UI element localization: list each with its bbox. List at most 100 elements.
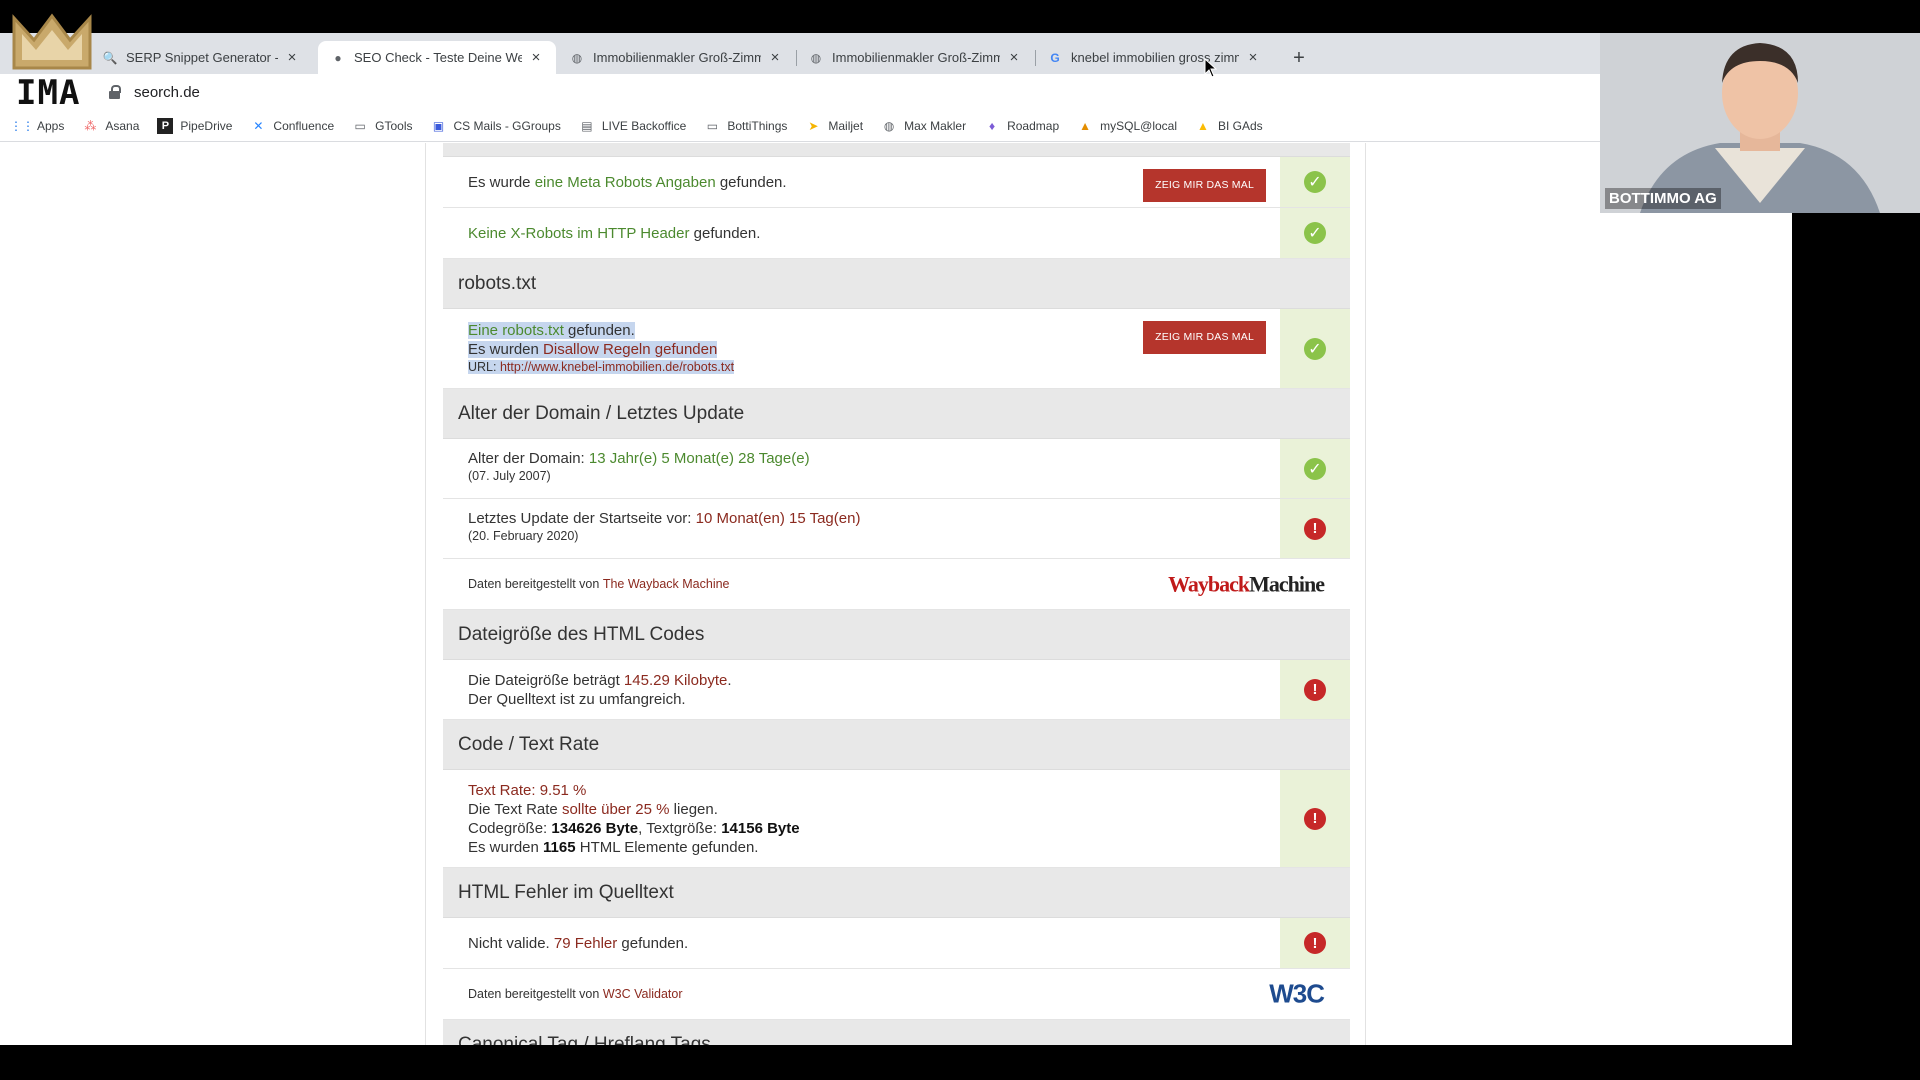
presenter-video — [1600, 33, 1920, 213]
close-tab-icon[interactable]: × — [1245, 49, 1261, 66]
result-row-domain-age: Alter der Domain: 13 Jahr(e) 5 Monat(e) … — [443, 439, 1350, 499]
result-row-last-update: Letztes Update der Startseite vor: 10 Mo… — [443, 499, 1350, 559]
close-tab-icon[interactable]: × — [1006, 49, 1022, 66]
result-row-text-rate: Text Rate: 9.51 % Die Text Rate sollte ü… — [443, 770, 1350, 868]
globe-icon: ◍ — [883, 118, 895, 133]
status-cell: ! — [1280, 918, 1350, 968]
check-icon: ✓ — [1304, 171, 1326, 193]
status-cell: ! — [1280, 499, 1350, 558]
tab-serp-snippet[interactable]: 🔍 SERP Snippet Generator - 🚀 F × — [90, 41, 312, 74]
bookmark-live-backoffice[interactable]: ▤ LIVE Backoffice — [579, 118, 686, 134]
section-header-canonical: Canonical Tag / Hreflang Tags — [443, 1020, 1350, 1045]
bookmark-roadmap[interactable]: ♦ Roadmap — [984, 118, 1059, 134]
screen: { "browser": { "tabs": [ {"title": "SERP… — [0, 0, 1920, 1080]
show-me-button[interactable]: ZEIG MIR DAS MAL — [1143, 321, 1266, 354]
error-icon: ! — [1304, 807, 1326, 830]
check-icon: ✓ — [1304, 222, 1326, 244]
close-tab-icon[interactable]: × — [767, 49, 783, 66]
logo-text: IMA — [16, 73, 81, 113]
bookmark-pipedrive[interactable]: P PipeDrive — [157, 117, 232, 134]
bookmarks-bar: ⋮⋮ Apps ⁂ Asana P PipeDrive ✕ Confluence ▭ GT… — [0, 110, 1600, 142]
bookmark-mailjet[interactable]: ➤ Mailjet — [805, 118, 863, 134]
new-tab-button[interactable]: + — [1286, 45, 1312, 71]
show-me-button[interactable]: ZEIG MIR DAS MAL — [1143, 169, 1266, 202]
check-icon: ✓ — [1304, 337, 1326, 360]
seorch-icon: ● — [334, 50, 342, 65]
ima-logo: IMA — [10, 10, 100, 113]
folder-icon: ▭ — [706, 118, 719, 133]
status-cell: ! — [1280, 770, 1350, 867]
error-icon: ! — [1304, 517, 1326, 540]
close-tab-icon[interactable]: × — [528, 49, 544, 66]
result-row-w3c-source: Daten bereitgestellt von W3C Validator W… — [443, 969, 1350, 1020]
robots-txt-link[interactable]: http://www.knebel-immobilien.de/robots.t… — [500, 360, 734, 374]
tab-strip: 🔍 SERP Snippet Generator - 🚀 F × ● SEO C… — [0, 33, 1600, 74]
bookmark-apps[interactable]: ⋮⋮ Apps — [10, 118, 64, 134]
section-header-html-errors: HTML Fehler im Quelltext — [443, 868, 1350, 918]
w3c-validator-link[interactable]: W3C Validator — [603, 985, 683, 1004]
globe-icon: ◍ — [571, 50, 583, 65]
search-icon: 🔍 — [102, 50, 118, 65]
lock-icon — [108, 85, 122, 99]
bookmark-max-makler[interactable]: ◍ Max Makler — [881, 118, 966, 134]
folder-icon: ▭ — [354, 118, 366, 133]
status-cell: ✓ — [1280, 208, 1350, 258]
result-row-html-errors: Nicht valide. 79 Fehler gefunden. ! — [443, 918, 1350, 969]
web-page: Es wurde eine Meta Robots Angaben gefund… — [0, 143, 1600, 1045]
tab-immobilienmakler-2[interactable]: ◍ Immobilienmakler Groß-Zimm × — [796, 41, 1034, 74]
tab-title: SERP Snippet Generator - 🚀 F — [126, 49, 278, 65]
bookmark-cs-mails[interactable]: ▣ CS Mails - GGroups — [431, 118, 561, 134]
w3c-logo: W3C — [1269, 978, 1325, 1009]
mail-icon: ▣ — [432, 118, 445, 133]
section-header-text-rate: Code / Text Rate — [443, 720, 1350, 770]
mailjet-icon: ➤ — [808, 118, 819, 133]
bookmark-asana[interactable]: ⁂ Asana — [82, 118, 139, 134]
toolbar: seorch.de — [0, 74, 1600, 110]
close-tab-icon[interactable]: × — [284, 49, 300, 66]
bookmark-mysql[interactable]: ▲ mySQL@local — [1077, 118, 1177, 134]
document-icon: ▤ — [581, 118, 593, 133]
section-header-domain-age: Alter der Domain / Letztes Update — [443, 389, 1350, 439]
globe-icon: ◍ — [810, 50, 822, 65]
url-text: seorch.de — [134, 83, 200, 101]
asana-icon: ⁂ — [84, 118, 97, 133]
status-cell: ✓ — [1280, 309, 1350, 388]
bookmark-gtools[interactable]: ▭ GTools — [352, 118, 412, 134]
section-header-file-size: Dateigröße des HTML Codes — [443, 610, 1350, 660]
crown-icon — [12, 13, 92, 70]
address-bar[interactable]: seorch.de — [108, 78, 1600, 106]
bookmark-bi-gads[interactable]: ▲ BI GAds — [1195, 118, 1263, 134]
tab-title: Immobilienmakler Groß-Zimm — [832, 50, 1000, 65]
status-cell: ! — [1280, 660, 1350, 719]
pipedrive-icon: P — [157, 117, 174, 134]
seo-report-container: Es wurde eine Meta Robots Angaben gefund… — [425, 143, 1366, 1045]
tab-title: SEO Check - Teste Deine Web — [354, 50, 522, 65]
section-header-robots-txt: robots.txt — [443, 259, 1350, 309]
apps-grid-icon: ⋮⋮ — [10, 118, 34, 133]
wayback-machine-logo: WaybackMachine — [1168, 571, 1325, 597]
webcam-overlay: BOTTIMMO AG — [1600, 33, 1920, 213]
status-cell: ✓ — [1280, 157, 1350, 207]
tab-seo-check[interactable]: ● SEO Check - Teste Deine Web × — [318, 41, 556, 74]
browser-window: 🔍 SERP Snippet Generator - 🚀 F × ● SEO C… — [0, 33, 1600, 1045]
presenter-name: BOTTIMMO AG — [1605, 188, 1721, 209]
wayback-link[interactable]: The Wayback Machine — [603, 575, 730, 594]
seo-report: Es wurde eine Meta Robots Angaben gefund… — [443, 143, 1350, 1045]
bookmark-confluence[interactable]: ✕ Confluence — [250, 118, 334, 134]
google-icon: G — [1050, 50, 1060, 65]
result-row-robots-txt: Eine robots.txt gefunden. Es wurden Disa… — [443, 309, 1350, 389]
mysql-icon: ▲ — [1079, 118, 1092, 133]
google-ads-icon: ▲ — [1197, 118, 1209, 133]
side-panel — [1600, 213, 1792, 1045]
result-row-wayback-source: Daten bereitgestellt von The Wayback Mac… — [443, 559, 1350, 610]
result-row-meta-robots: Es wurde eine Meta Robots Angaben gefund… — [443, 157, 1350, 208]
roadmap-icon: ♦ — [989, 118, 996, 133]
mouse-cursor-icon — [1204, 58, 1218, 78]
confluence-icon: ✕ — [253, 118, 264, 133]
bookmark-bottithings[interactable]: ▭ BottiThings — [704, 118, 788, 134]
error-icon: ! — [1304, 678, 1326, 701]
result-row-x-robots: Keine X-Robots im HTTP Header gefunden. … — [443, 208, 1350, 259]
error-icon: ! — [1304, 932, 1326, 954]
tab-immobilienmakler-1[interactable]: ◍ Immobilienmakler Groß-Zimm × — [557, 41, 795, 74]
tab-google-search[interactable]: G knebel immobilien gross zimm × — [1035, 41, 1273, 74]
